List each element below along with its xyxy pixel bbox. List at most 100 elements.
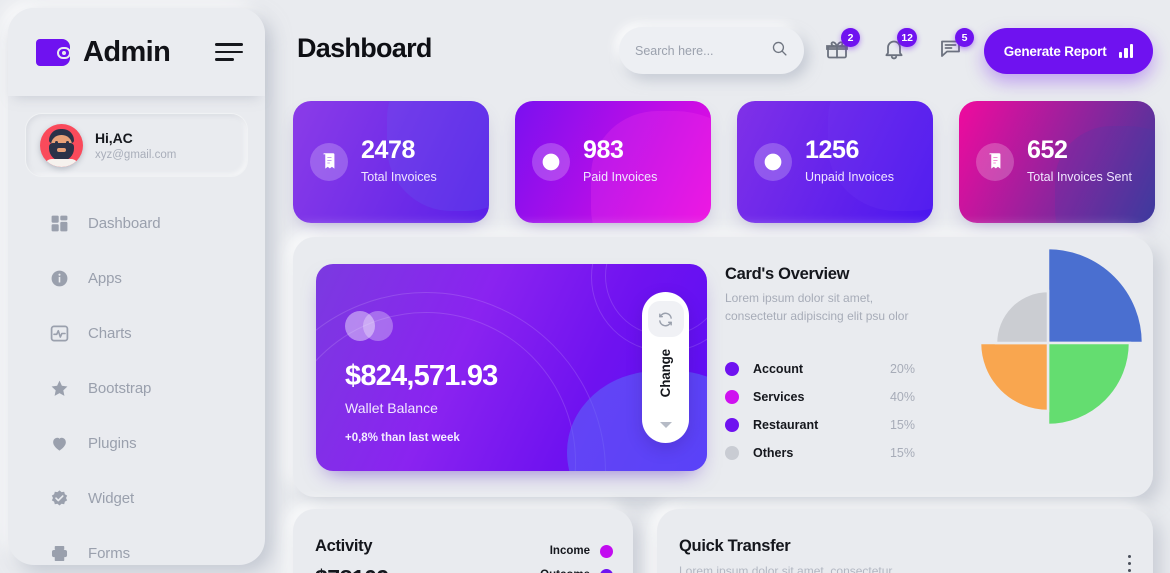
legend-label: Account [753, 362, 803, 376]
gift-icon[interactable]: 2 [822, 28, 860, 70]
avatar [40, 123, 83, 167]
invoice-icon [310, 143, 348, 181]
sidebar-item-label: Forms [88, 545, 130, 562]
printer-icon [48, 543, 70, 565]
sidebar-nav: Dashboard Apps Charts Bootstrap Plugins … [8, 196, 265, 573]
check-circle-icon [532, 143, 570, 181]
legend-item[interactable]: Restaurant 15% [725, 411, 915, 439]
legend-color-dot [725, 362, 739, 376]
legend-item[interactable]: Income [540, 539, 613, 563]
sidebar-item-apps[interactable]: Apps [8, 251, 265, 306]
bell-icon[interactable]: 12 [879, 28, 917, 70]
bar-chart-icon [1118, 44, 1133, 58]
stat-value: 2478 [361, 136, 416, 165]
stat-card-row: 2478 Total Invoices 983 Paid Invoices 12… [293, 101, 1155, 223]
overview-description: Lorem ipsum dolor sit amet, consectetur … [725, 291, 909, 323]
stat-value: 652 [1027, 136, 1068, 165]
invoice-icon [976, 143, 1014, 181]
header-icon-group: 2 12 5 [822, 28, 974, 70]
wallet-label: Wallet Balance [345, 400, 438, 416]
status-badge: 5 [955, 28, 974, 47]
legend-value: 20% [889, 362, 915, 376]
profile-name: Hi,AC [95, 129, 133, 146]
user-profile-card[interactable]: Hi,AC xyz@gmail.com [26, 114, 247, 176]
legend-label: Services [753, 390, 805, 404]
change-panel[interactable]: Change [642, 292, 689, 443]
stat-label: Paid Invoices [583, 170, 658, 185]
overview-title: Card's Overview [725, 265, 850, 283]
chart-activity-icon [48, 323, 70, 345]
stat-card-total-invoices[interactable]: 2478 Total Invoices [293, 101, 489, 223]
stat-card-paid-invoices[interactable]: 983 Paid Invoices [515, 101, 711, 223]
sidebar-item-label: Bootstrap [88, 380, 152, 397]
wallet-icon [36, 38, 71, 66]
legend-color-dot [725, 418, 739, 432]
brand-title: Admin [83, 35, 171, 68]
activity-legend: Income Outcome [540, 539, 613, 573]
generate-report-label: Generate Report [1003, 43, 1107, 59]
legend-label: Restaurant [753, 418, 819, 432]
page-title: Dashboard [297, 33, 432, 63]
sidebar-item-forms[interactable]: Forms [8, 526, 265, 573]
wallet-change-note: +0,8% than last week [345, 432, 460, 444]
stat-card-unpaid-invoices[interactable]: 1256 Unpaid Invoices [737, 101, 933, 223]
stat-value: 983 [583, 136, 624, 165]
quick-transfer-title: Quick Transfer [679, 537, 791, 555]
status-badge: 12 [897, 28, 917, 47]
message-icon[interactable]: 5 [936, 28, 974, 70]
wallet-balance-card[interactable]: $824,571.93 Wallet Balance +0,8% than la… [316, 264, 707, 471]
legend-item[interactable]: Outcome [540, 563, 613, 573]
legend-value: 40% [889, 390, 915, 404]
legend-item[interactable]: Others 15% [725, 439, 915, 467]
sidebar-item-label: Dashboard [88, 215, 161, 232]
stat-label: Total Invoices [361, 170, 437, 185]
kebab-menu-icon[interactable] [1127, 555, 1131, 573]
hamburger-icon[interactable] [215, 43, 243, 61]
dashboard-app: Admin Hi,AC xyz@gmail.com Dashboard Apps [0, 0, 1170, 573]
sidebar-item-bootstrap[interactable]: Bootstrap [8, 361, 265, 416]
quick-transfer-description: Lorem ipsum dolor sit amet, consectetur [679, 564, 893, 573]
wallet-amount: $824,571.93 [345, 360, 498, 392]
chart-legend: Account 20% Services 40% Restaurant 15% … [725, 355, 915, 467]
legend-color-dot [600, 568, 613, 573]
grid-icon [48, 213, 70, 235]
change-label: Change [658, 349, 673, 398]
sidebar-item-plugins[interactable]: Plugins [8, 416, 265, 471]
info-circle-icon [48, 268, 70, 290]
search-box[interactable] [619, 27, 804, 74]
legend-label: Income [549, 545, 590, 557]
search-icon[interactable] [771, 40, 788, 62]
profile-email: xyz@gmail.com [95, 148, 177, 161]
sidebar-item-dashboard[interactable]: Dashboard [8, 196, 265, 251]
stat-label: Total Invoices Sent [1027, 170, 1132, 185]
legend-color-dot [600, 544, 613, 558]
legend-color-dot [725, 390, 739, 404]
stat-card-total-invoices-sent[interactable]: 652 Total Invoices Sent [959, 101, 1155, 223]
legend-label: Others [753, 446, 794, 460]
legend-item[interactable]: Services 40% [725, 383, 915, 411]
legend-item[interactable]: Account 20% [725, 355, 915, 383]
heart-icon [48, 433, 70, 455]
brand-header: Admin [8, 8, 265, 96]
sidebar-item-label: Charts [88, 325, 132, 342]
legend-label: Outcome [540, 569, 590, 573]
pie-chart[interactable] [948, 243, 1148, 443]
stat-label: Unpaid Invoices [805, 170, 894, 185]
sidebar-item-charts[interactable]: Charts [8, 306, 265, 361]
refresh-icon[interactable] [647, 301, 684, 337]
x-circle-icon [754, 143, 792, 181]
activity-card: Activity $78109 Income Outcome [293, 509, 633, 573]
cards-overview-panel: $824,571.93 Wallet Balance +0,8% than la… [293, 237, 1153, 497]
sidebar-item-widget[interactable]: Widget [8, 471, 265, 526]
generate-report-button[interactable]: Generate Report [983, 28, 1153, 74]
badge-check-icon [48, 488, 70, 510]
legend-value: 15% [889, 446, 915, 460]
legend-color-dot [725, 446, 739, 460]
chevron-down-icon[interactable] [659, 422, 672, 428]
activity-title: Activity [315, 537, 373, 555]
sidebar: Admin Hi,AC xyz@gmail.com Dashboard Apps [8, 8, 265, 565]
activity-amount: $78109 [315, 565, 389, 573]
sidebar-item-label: Apps [88, 270, 122, 287]
card-brand-logo [345, 311, 393, 341]
search-input[interactable] [635, 43, 765, 58]
